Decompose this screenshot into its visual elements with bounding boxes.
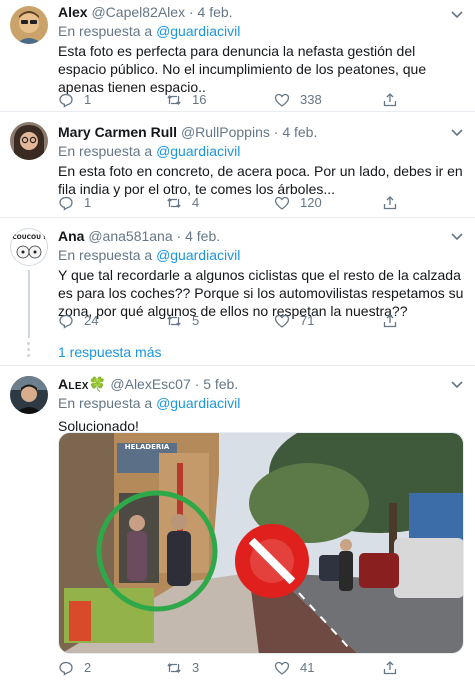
reply-label: En respuesta a <box>58 23 153 39</box>
like-count: 71 <box>300 313 315 328</box>
retweet-count: 5 <box>192 313 200 328</box>
no-entry-sign <box>235 524 309 598</box>
shop-sign-text: HELADERIA <box>125 443 170 451</box>
reply-button[interactable]: 24 <box>58 311 98 331</box>
share-icon <box>383 93 397 107</box>
author-handle[interactable]: @ana581ana <box>88 228 172 244</box>
retweet-button[interactable]: 16 <box>166 90 206 110</box>
reply-mention[interactable]: @guardiacivil <box>156 23 240 39</box>
like-button[interactable]: 120 <box>274 193 322 213</box>
tweet-media-photo[interactable]: HELADERIA <box>58 432 464 654</box>
chevron-down-icon[interactable] <box>449 124 465 140</box>
separator-dot: · <box>176 228 182 244</box>
show-more-replies-link[interactable]: 1 respuesta más <box>58 344 162 360</box>
like-icon <box>274 314 290 328</box>
reply-button[interactable]: 1 <box>58 193 91 213</box>
retweet-icon <box>167 662 181 674</box>
share-button[interactable] <box>382 311 408 331</box>
reply-icon <box>59 93 73 108</box>
share-button[interactable] <box>382 658 408 678</box>
separator-dot: · <box>273 124 279 140</box>
author-handle[interactable]: @RullPoppins <box>181 124 270 140</box>
separator-dot: · <box>194 376 200 392</box>
reply-count: 1 <box>84 92 92 107</box>
avatar-ana[interactable]: COUCOU ! <box>10 228 48 266</box>
like-icon <box>274 93 290 107</box>
tweet-4[interactable]: Alex🍀 @AlexEsc07 · 5 feb. En respuesta a… <box>0 366 475 683</box>
tweet-actions: 24 5 71 <box>58 311 465 331</box>
like-button[interactable]: 338 <box>274 90 322 110</box>
reply-count: 24 <box>84 313 99 328</box>
retweet-button[interactable]: 4 <box>166 193 199 213</box>
reply-count: 2 <box>84 660 92 675</box>
reply-context: En respuesta a @guardiacivil <box>58 22 465 41</box>
reply-mention[interactable]: @guardiacivil <box>156 247 240 263</box>
like-button[interactable]: 71 <box>274 311 314 331</box>
reply-count: 1 <box>84 195 92 210</box>
chevron-down-icon[interactable] <box>449 6 465 22</box>
like-icon <box>274 196 290 210</box>
like-button[interactable]: 41 <box>274 658 314 678</box>
tweet-date[interactable]: 4 feb. <box>282 124 317 140</box>
reply-context: En respuesta a @guardiacivil <box>58 246 465 265</box>
retweet-icon <box>167 315 181 327</box>
author-name[interactable]: Alex <box>58 4 88 20</box>
retweet-count: 3 <box>192 660 200 675</box>
share-icon <box>383 196 397 210</box>
tweet-2[interactable]: Mary Carmen Rull @RullPoppins · 4 feb. E… <box>0 112 475 218</box>
avatar-mary-carmen[interactable] <box>10 122 48 160</box>
tweet-actions: 1 16 338 <box>58 90 465 110</box>
share-button[interactable] <box>382 193 408 213</box>
tweet-3[interactable]: COUCOU ! Ana @ana581ana · 4 feb. En resp… <box>0 218 475 366</box>
reply-label: En respuesta a <box>58 247 153 263</box>
avatar-alexesc[interactable] <box>10 376 48 414</box>
author-handle[interactable]: @AlexEsc07 <box>110 376 190 392</box>
tweet-actions: 2 3 41 <box>58 658 465 678</box>
reply-mention[interactable]: @guardiacivil <box>156 143 240 159</box>
like-icon <box>274 661 290 675</box>
tweet-date[interactable]: 5 feb. <box>203 376 238 392</box>
tweet-date[interactable]: 4 feb. <box>198 4 233 20</box>
retweet-count: 16 <box>192 92 207 107</box>
reply-mention[interactable]: @guardiacivil <box>156 395 240 411</box>
author-name[interactable]: Ana <box>58 228 84 244</box>
reply-icon <box>59 314 73 329</box>
tweet-actions: 1 4 120 <box>58 193 465 213</box>
separator-dot: · <box>188 4 194 20</box>
chevron-down-icon[interactable] <box>449 228 465 244</box>
tweet-date[interactable]: 4 feb. <box>185 228 220 244</box>
chevron-down-icon[interactable] <box>449 376 465 392</box>
tweet-text: Esta foto es perfecta para denuncia la n… <box>58 43 427 95</box>
avatar-alex[interactable] <box>10 6 48 44</box>
retweet-count: 4 <box>192 195 200 210</box>
retweet-button[interactable]: 3 <box>166 658 199 678</box>
share-button[interactable] <box>382 90 408 110</box>
reply-button[interactable]: 1 <box>58 90 91 110</box>
retweet-button[interactable]: 5 <box>166 311 199 331</box>
tweet-1[interactable]: Alex @Capel82Alex · 4 feb. En respuesta … <box>0 0 475 112</box>
author-handle[interactable]: @Capel82Alex <box>91 4 185 20</box>
reply-icon <box>59 196 73 211</box>
reply-label: En respuesta a <box>58 143 153 159</box>
share-icon <box>383 661 397 675</box>
reply-context: En respuesta a @guardiacivil <box>58 394 465 413</box>
retweet-icon <box>167 94 181 106</box>
like-count: 338 <box>300 92 322 107</box>
reply-icon <box>59 661 73 676</box>
reply-button[interactable]: 2 <box>58 658 91 678</box>
reply-context: En respuesta a @guardiacivil <box>58 142 465 161</box>
retweet-icon <box>167 197 181 209</box>
like-count: 41 <box>300 660 315 675</box>
avatar-text: COUCOU ! <box>12 234 46 241</box>
author-name[interactable]: Alex🍀 <box>58 376 107 392</box>
thread-line <box>28 270 30 338</box>
clover-icon: 🍀 <box>88 376 107 392</box>
thread-dots <box>27 342 30 360</box>
author-name[interactable]: Mary Carmen Rull <box>58 124 177 140</box>
share-icon <box>383 314 397 328</box>
reply-label: En respuesta a <box>58 395 153 411</box>
like-count: 120 <box>300 195 322 210</box>
